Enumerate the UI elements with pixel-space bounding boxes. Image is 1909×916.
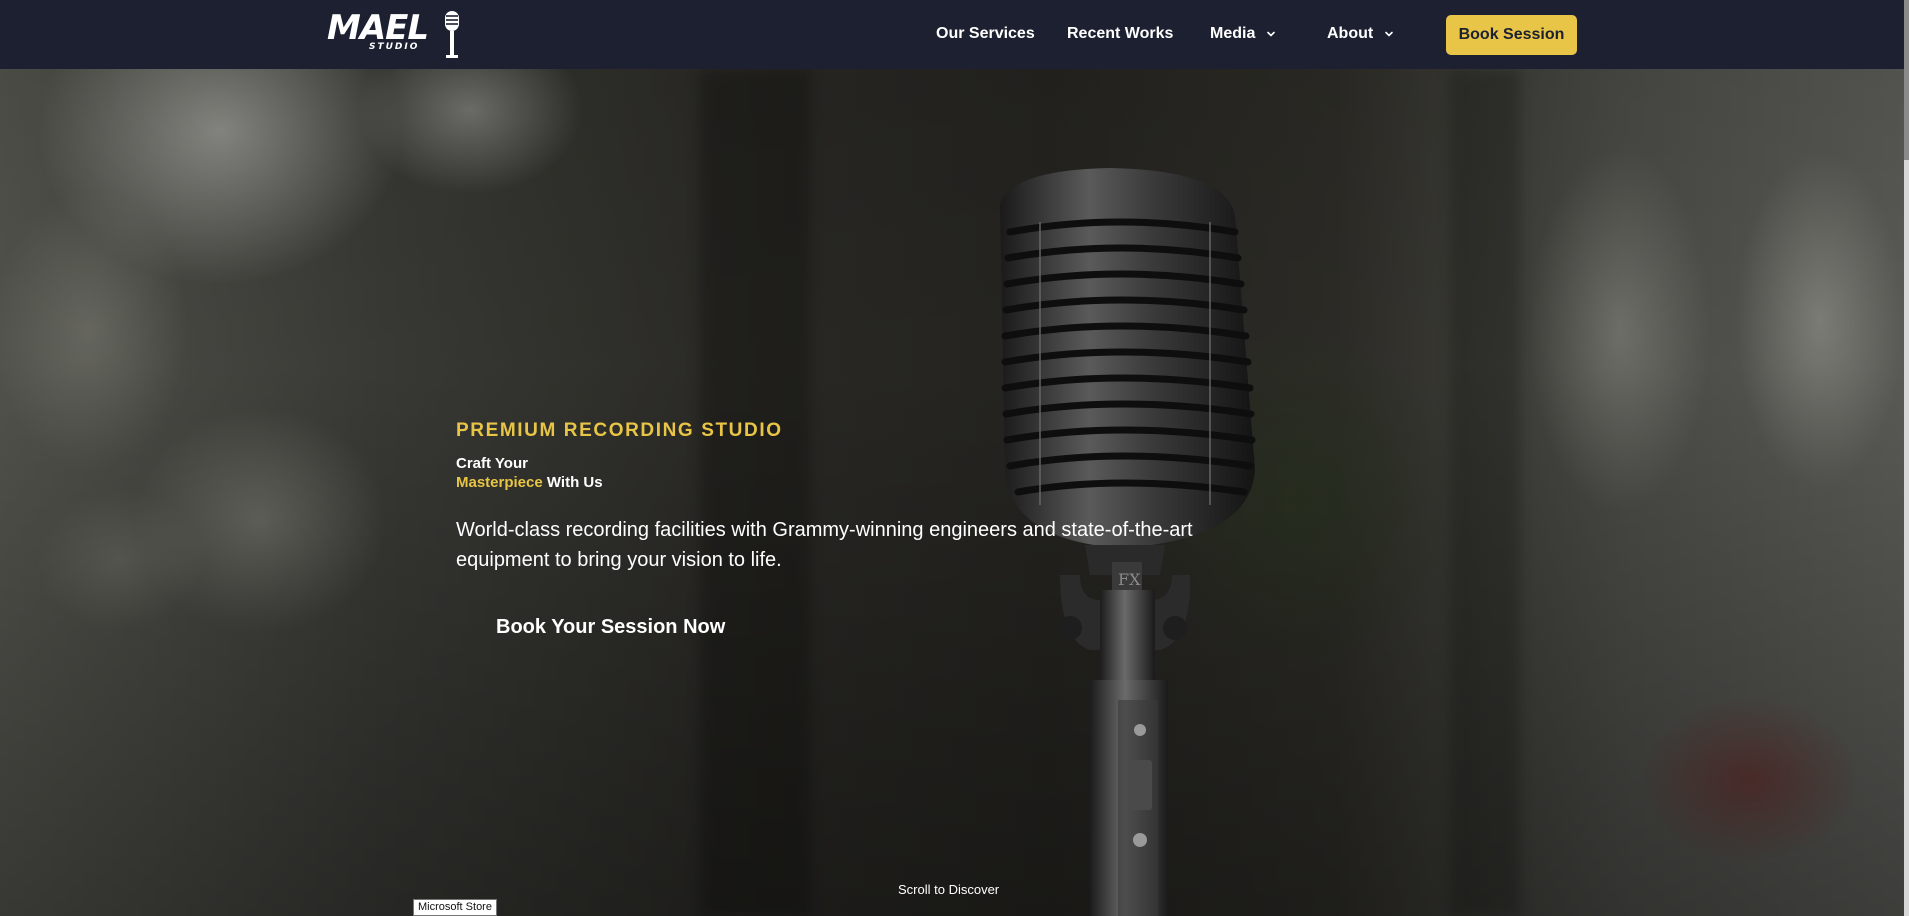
nav-our-services-label: Our Services	[936, 25, 1035, 42]
nav-recent-works-label: Recent Works	[1067, 25, 1174, 42]
nav-about-label: About	[1327, 25, 1374, 42]
scrollbar-thumb[interactable]	[1904, 0, 1909, 160]
headline-line1: Craft Your	[456, 455, 528, 472]
headline-accent: Masterpiece	[456, 474, 543, 491]
hero-background: FX	[0, 0, 1909, 916]
hero-description: World-class recording facilities with Gr…	[456, 519, 1193, 571]
page-scrollbar[interactable]	[1904, 0, 1909, 916]
hero-headline: Craft Your Masterpiece With Us	[456, 454, 603, 492]
nav-our-services[interactable]: Our Services	[936, 24, 1035, 44]
book-your-session-now-button[interactable]: Book Your Session Now	[496, 616, 725, 639]
logo-subtitle: STUDIO	[369, 42, 420, 52]
microphone-icon	[445, 11, 459, 58]
nav-about-dropdown[interactable]: About	[1327, 24, 1394, 44]
chevron-down-icon	[1385, 31, 1394, 37]
nav-media-dropdown[interactable]: Media	[1210, 24, 1276, 44]
tooltip-microsoft-store: Microsoft Store	[413, 899, 497, 916]
hero-eyebrow: PREMIUM RECORDING STUDIO	[456, 420, 783, 441]
chevron-down-icon	[1267, 31, 1276, 37]
nav-media-label: Media	[1210, 25, 1256, 42]
page: FX MAEL STUDIO Our Services Recent Works…	[0, 0, 1909, 916]
headline-rest: With Us	[542, 474, 603, 491]
microphone-image: FX	[1000, 168, 1256, 916]
nav-recent-works[interactable]: Recent Works	[1067, 24, 1173, 44]
navbar: MAEL STUDIO Our Services Recent Works Me…	[0, 0, 1909, 69]
book-session-button[interactable]: Book Session	[1446, 15, 1577, 55]
scroll-to-discover[interactable]: Scroll to Discover	[898, 882, 999, 897]
studio-logo[interactable]: MAEL STUDIO	[327, 8, 467, 60]
